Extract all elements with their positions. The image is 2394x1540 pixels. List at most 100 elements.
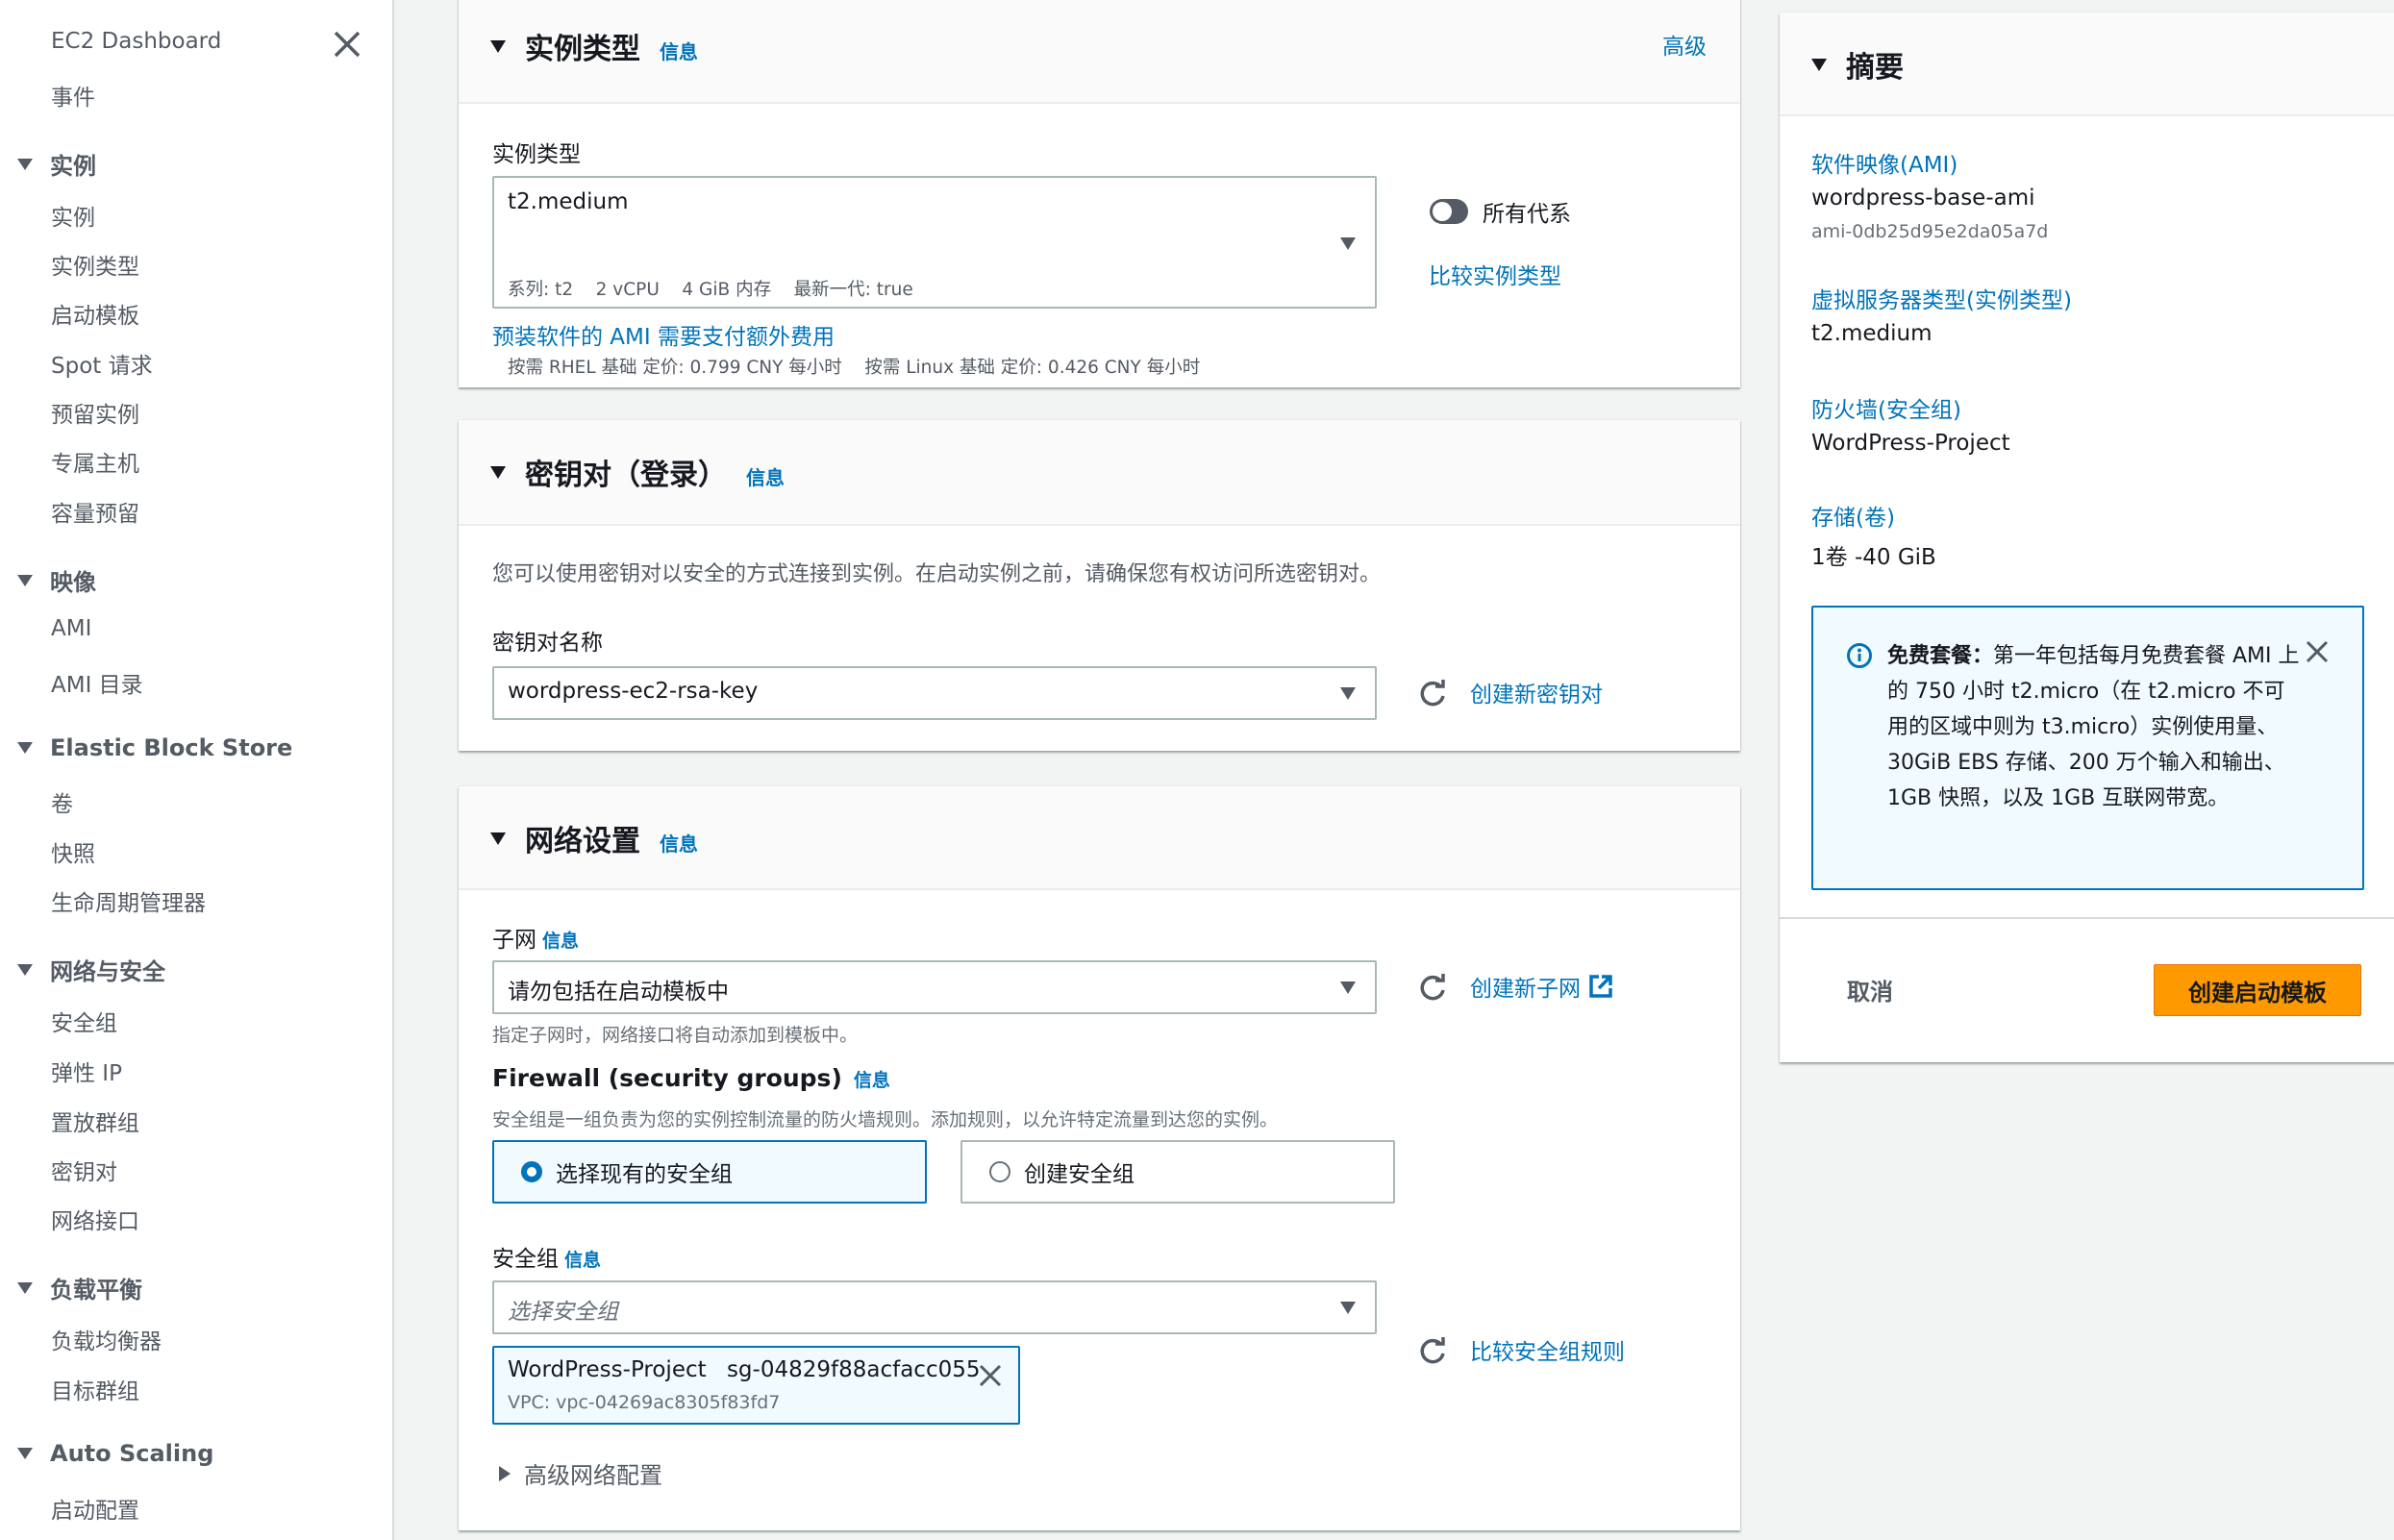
sidebar-item-capacity-reservations[interactable]: 容量预留 bbox=[51, 495, 139, 528]
panel-title[interactable]: 摘要 bbox=[1811, 43, 1904, 86]
caret-down-icon bbox=[17, 158, 33, 170]
sidebar-section-auto-scaling[interactable]: Auto Scaling bbox=[17, 1440, 213, 1467]
all-generations-toggle[interactable]: 所有代系 bbox=[1429, 195, 1571, 228]
info-circle-icon bbox=[1847, 643, 1872, 668]
compare-instance-types-link[interactable]: 比较实例类型 bbox=[1429, 258, 1561, 290]
sidebar-item-launch-templates[interactable]: 启动模板 bbox=[51, 297, 139, 330]
info-link[interactable]: 信息 bbox=[746, 462, 785, 490]
dismiss-notice-icon[interactable] bbox=[2305, 639, 2330, 664]
sidebar-section-ebs[interactable]: Elastic Block Store bbox=[17, 734, 292, 761]
refresh-icon[interactable] bbox=[1416, 1335, 1449, 1368]
compare-sg-rules-link[interactable]: 比较安全组规则 bbox=[1470, 1333, 1625, 1366]
sidebar-item-elastic-ips[interactable]: 弹性 IP bbox=[51, 1055, 122, 1087]
create-key-pair-link[interactable]: 创建新密钥对 bbox=[1470, 676, 1603, 708]
sidebar-item-ec2-dashboard[interactable]: EC2 Dashboard bbox=[51, 29, 221, 54]
panel-header: 实例类型 信息 高级 bbox=[459, 0, 1740, 104]
sidebar-item-dedicated-hosts[interactable]: 专属主机 bbox=[51, 445, 139, 478]
selected-instance-type: t2.medium bbox=[508, 189, 629, 214]
token-title: WordPress-Project sg-04829f88acfacc055 bbox=[508, 1357, 981, 1382]
key-pair-panel: 密钥对（登录） 信息 您可以使用密钥对以安全的方式连接到实例。在启动实例之前，请… bbox=[459, 420, 1740, 751]
create-sg-option[interactable]: 创建安全组 bbox=[960, 1140, 1395, 1204]
panel-title-text: 实例类型 bbox=[525, 33, 640, 66]
sidebar-section-label: 实例 bbox=[50, 153, 96, 180]
refresh-icon[interactable] bbox=[1416, 972, 1449, 1005]
sidebar-item-load-balancers[interactable]: 负载均衡器 bbox=[51, 1323, 162, 1355]
sidebar-section-instances[interactable]: 实例 bbox=[17, 147, 96, 181]
summary-storage-value: 1卷 -40 GiB bbox=[1811, 545, 1936, 570]
sidebar-section-images[interactable]: 映像 bbox=[17, 563, 96, 597]
caret-down-icon bbox=[1340, 237, 1356, 250]
cancel-button[interactable]: 取消 bbox=[1847, 973, 1893, 1006]
key-pair-name-label: 密钥对名称 bbox=[492, 631, 603, 656]
instance-detail-line: 系列: t2 2 vCPU 4 GiB 内存 最新一代: true bbox=[508, 280, 913, 300]
sidebar-item-ami[interactable]: AMI bbox=[51, 616, 91, 641]
summary-firewall-link[interactable]: 防火墙(安全组) bbox=[1811, 391, 1961, 424]
sidebar-item-instances[interactable]: 实例 bbox=[51, 199, 95, 232]
panel-title-text: 网络设置 bbox=[525, 825, 640, 858]
sidebar-section-load-balancing[interactable]: 负载平衡 bbox=[17, 1271, 142, 1304]
info-link[interactable]: 信息 bbox=[660, 829, 698, 857]
subnet-label-text: 子网 bbox=[492, 928, 536, 953]
refresh-icon[interactable] bbox=[1416, 678, 1449, 710]
panel-title[interactable]: 实例类型 信息 bbox=[490, 25, 698, 67]
sidebar-section-label: Elastic Block Store bbox=[50, 734, 293, 761]
caret-down-icon bbox=[1340, 1302, 1356, 1314]
external-link-icon bbox=[1589, 975, 1612, 998]
info-link[interactable]: 信息 bbox=[542, 931, 579, 952]
sidebar-item-key-pairs[interactable]: 密钥对 bbox=[51, 1154, 117, 1186]
sidebar-item-network-interfaces[interactable]: 网络接口 bbox=[51, 1203, 139, 1235]
caret-down-icon bbox=[1811, 59, 1827, 71]
advanced-network-config-toggle[interactable]: 高级网络配置 bbox=[499, 1456, 662, 1490]
close-icon[interactable] bbox=[332, 29, 362, 60]
select-existing-sg-option[interactable]: 选择现有的安全组 bbox=[492, 1140, 927, 1204]
security-group-placeholder: 选择安全组 bbox=[508, 1300, 618, 1325]
summary-instance-type-link[interactable]: 虚拟服务器类型(实例类型) bbox=[1811, 282, 2072, 314]
panel-header: 密钥对（登录） 信息 bbox=[459, 420, 1740, 526]
token-sg-name: WordPress-Project bbox=[508, 1357, 707, 1382]
panel-header: 网络设置 信息 bbox=[459, 786, 1740, 890]
info-link[interactable]: 信息 bbox=[660, 37, 698, 64]
option-label: 选择现有的安全组 bbox=[556, 1162, 733, 1187]
sidebar-item-instance-types[interactable]: 实例类型 bbox=[51, 248, 139, 281]
free-tier-body: 第一年包括每月免费套餐 AMI 上的 750 小时 t2.micro（在 t2.… bbox=[1887, 644, 2300, 810]
info-link[interactable]: 信息 bbox=[854, 1070, 890, 1091]
panel-title[interactable]: 网络设置 信息 bbox=[490, 817, 698, 859]
summary-ami-id: ami-0db25d95e2da05a7d bbox=[1811, 221, 2049, 242]
sidebar-item-lifecycle-manager[interactable]: 生命周期管理器 bbox=[51, 884, 206, 917]
panel-header: 摘要 bbox=[1780, 12, 2394, 116]
sidebar-item-volumes[interactable]: 卷 bbox=[51, 785, 73, 818]
create-launch-template-button[interactable]: 创建启动模板 bbox=[2154, 964, 2361, 1016]
security-group-select[interactable]: 选择安全组 bbox=[492, 1280, 1377, 1334]
key-pair-select[interactable]: wordpress-ec2-rsa-key bbox=[492, 666, 1377, 720]
advanced-link[interactable]: 高级 bbox=[1662, 28, 1707, 61]
instance-type-label: 实例类型 bbox=[492, 142, 581, 167]
firewall-description: 安全组是一组负责为您的实例控制流量的防火墙规则。添加规则，以允许特定流量到达您的… bbox=[492, 1109, 1279, 1130]
create-subnet-link[interactable]: 创建新子网 bbox=[1470, 970, 1613, 1003]
summary-ami-link[interactable]: 软件映像(AMI) bbox=[1811, 146, 1958, 179]
summary-storage-link[interactable]: 存储(卷) bbox=[1811, 499, 1895, 532]
caret-down-icon bbox=[17, 963, 33, 976]
free-tier-title: 免费套餐： bbox=[1887, 644, 1994, 668]
sidebar-item-ami-catalog[interactable]: AMI 目录 bbox=[51, 666, 143, 699]
sidebar-item-placement-groups[interactable]: 置放群组 bbox=[51, 1105, 139, 1137]
sidebar-item-spot-requests[interactable]: Spot 请求 bbox=[51, 347, 153, 380]
ami-fee-link[interactable]: 预装软件的 AMI 需要支付额外费用 bbox=[492, 318, 835, 351]
sidebar-item-events[interactable]: 事件 bbox=[51, 79, 95, 112]
info-link[interactable]: 信息 bbox=[564, 1250, 601, 1271]
panel-title[interactable]: 密钥对（登录） 信息 bbox=[490, 451, 785, 493]
radio-selected-icon bbox=[521, 1161, 542, 1182]
remove-token-icon[interactable] bbox=[978, 1363, 1003, 1388]
sidebar-item-target-groups[interactable]: 目标群组 bbox=[51, 1373, 139, 1405]
summary-instance-type: t2.medium bbox=[1811, 321, 1933, 346]
sidebar-item-reserved-instances[interactable]: 预留实例 bbox=[51, 396, 139, 429]
create-subnet-text: 创建新子网 bbox=[1470, 977, 1581, 1002]
sidebar-section-network-security[interactable]: 网络与安全 bbox=[17, 953, 165, 986]
security-group-label-text: 安全组 bbox=[492, 1247, 559, 1272]
sidebar-item-security-groups[interactable]: 安全组 bbox=[51, 1005, 117, 1037]
sidebar-item-snapshots[interactable]: 快照 bbox=[51, 835, 95, 868]
instance-type-panel: 实例类型 信息 高级 实例类型 t2.medium 系列: t2 2 vCPU … bbox=[459, 0, 1740, 456]
sidebar-item-launch-configurations[interactable]: 启动配置 bbox=[51, 1492, 139, 1525]
sidebar-section-label: Auto Scaling bbox=[50, 1440, 214, 1467]
instance-type-select[interactable]: t2.medium 系列: t2 2 vCPU 4 GiB 内存 最新一代: t… bbox=[492, 176, 1377, 456]
subnet-select[interactable]: 请勿包括在启动模板中 bbox=[492, 960, 1377, 1014]
